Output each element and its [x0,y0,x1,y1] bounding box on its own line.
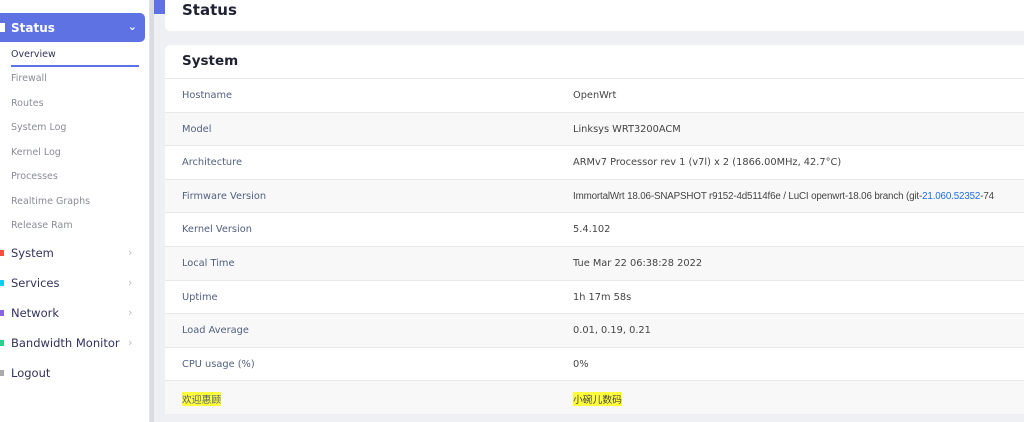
row-label: Load Average [182,325,249,337]
row-value: ImmortalWrt 18.06-SNAPSHOT r9152-4d5114f… [573,191,994,202]
row-label: Firmware Version [182,190,267,202]
sidebar-item-network[interactable]: Network › [0,306,132,320]
row-value: Tue Mar 22 06:38:28 2022 [573,257,703,269]
sidebar-subitem-release-ram[interactable]: Release Ram [11,220,73,231]
sidebar-subitem-system-log[interactable]: System Log [11,122,66,133]
row-value: 0.01, 0.19, 0.21 [573,325,651,337]
sidebar-subitem-overview[interactable]: Overview [11,49,139,67]
table-row: Uptime 1h 17m 58s [165,279,1024,314]
chevron-right-icon: › [128,246,133,259]
sidebar-item-label: System [11,246,54,260]
row-value: Linksys WRT3200ACM [573,123,681,135]
bandwidth-icon [0,340,4,346]
row-label: Local Time [182,257,235,269]
page-title: Status [182,1,237,19]
sidebar-item-status[interactable]: Status ⌄ [0,13,145,42]
sidebar: Status ⌄ Overview Firewall Routes System… [0,0,150,422]
row-label: CPU usage (%) [182,358,255,370]
row-value: OpenWrt [573,90,617,101]
table-row: Local Time Tue Mar 22 06:38:28 2022 [165,245,1024,280]
sidebar-subitem-routes[interactable]: Routes [11,98,44,109]
row-label: Kernel Version [182,224,252,236]
sidebar-item-logout[interactable]: Logout [0,366,51,380]
row-value: 1h 17m 58s [573,291,632,303]
row-label: Hostname [182,90,233,101]
row-value: 5.4.102 [573,224,611,236]
table-row: Firmware Version ImmortalWrt 18.06-SNAPSH… [165,178,1024,213]
status-icon [0,23,5,32]
chevron-down-icon: ⌄ [127,20,137,33]
sidebar-subitem-firewall[interactable]: Firewall [11,73,47,84]
sidebar-subitem-kernel-log[interactable]: Kernel Log [11,147,61,158]
system-card: System Hostname OpenWrt Model Linksys WRT3… [165,45,1024,414]
table-row: Model Linksys WRT3200ACM [165,111,1024,146]
sidebar-item-services[interactable]: Services › [0,276,132,290]
sidebar-divider [150,0,154,422]
sidebar-item-label: Status [11,20,55,35]
row-value: 小碗儿数码 [573,392,622,407]
header-accent-bar [154,0,165,14]
row-label: Uptime [182,291,218,303]
chevron-right-icon: › [128,306,133,319]
table-row: Hostname OpenWrt [165,78,1024,112]
services-icon [0,280,4,286]
table-row: CPU usage (%) 0% [165,346,1024,381]
chevron-right-icon: › [128,336,133,349]
logout-icon [0,370,4,376]
firmware-suffix: -74 [980,190,994,202]
page-header: Status [165,0,1024,31]
row-value: ARMv7 Processor rev 1 (v7l) x 2 (1866.00… [573,157,842,169]
table-row: 欢迎惠顾 小碗儿数码 [165,380,1024,414]
row-label: Architecture [182,157,242,169]
gear-icon [0,250,4,256]
sidebar-item-bandwidth-monitor[interactable]: Bandwidth Monitor › [0,336,132,350]
sidebar-item-label: Logout [11,366,51,380]
row-label: Model [182,123,212,135]
sidebar-item-label: Services [11,276,60,290]
row-label: 欢迎惠顾 [182,392,222,407]
sidebar-subitem-processes[interactable]: Processes [11,171,58,182]
network-icon [0,310,4,316]
row-value: 0% [573,358,589,370]
sidebar-subitem-realtime-graphs[interactable]: Realtime Graphs [11,196,90,207]
section-title: System [182,53,239,69]
sidebar-item-label: Bandwidth Monitor [11,336,120,350]
git-commit-link[interactable]: 21.060.52352 [922,191,980,202]
chevron-right-icon: › [128,276,133,289]
sidebar-item-system[interactable]: System › [0,246,132,260]
table-row: Architecture ARMv7 Processor rev 1 (v7l) … [165,145,1024,179]
table-row: Load Average 0.01, 0.19, 0.21 [165,313,1024,347]
system-table: Hostname OpenWrt Model Linksys WRT3200ACM … [165,78,1024,414]
table-row: Kernel Version 5.4.102 [165,212,1024,246]
sidebar-item-label: Network [11,306,60,320]
firmware-text: ImmortalWrt 18.06-SNAPSHOT r9152-4d5114f… [573,190,923,202]
